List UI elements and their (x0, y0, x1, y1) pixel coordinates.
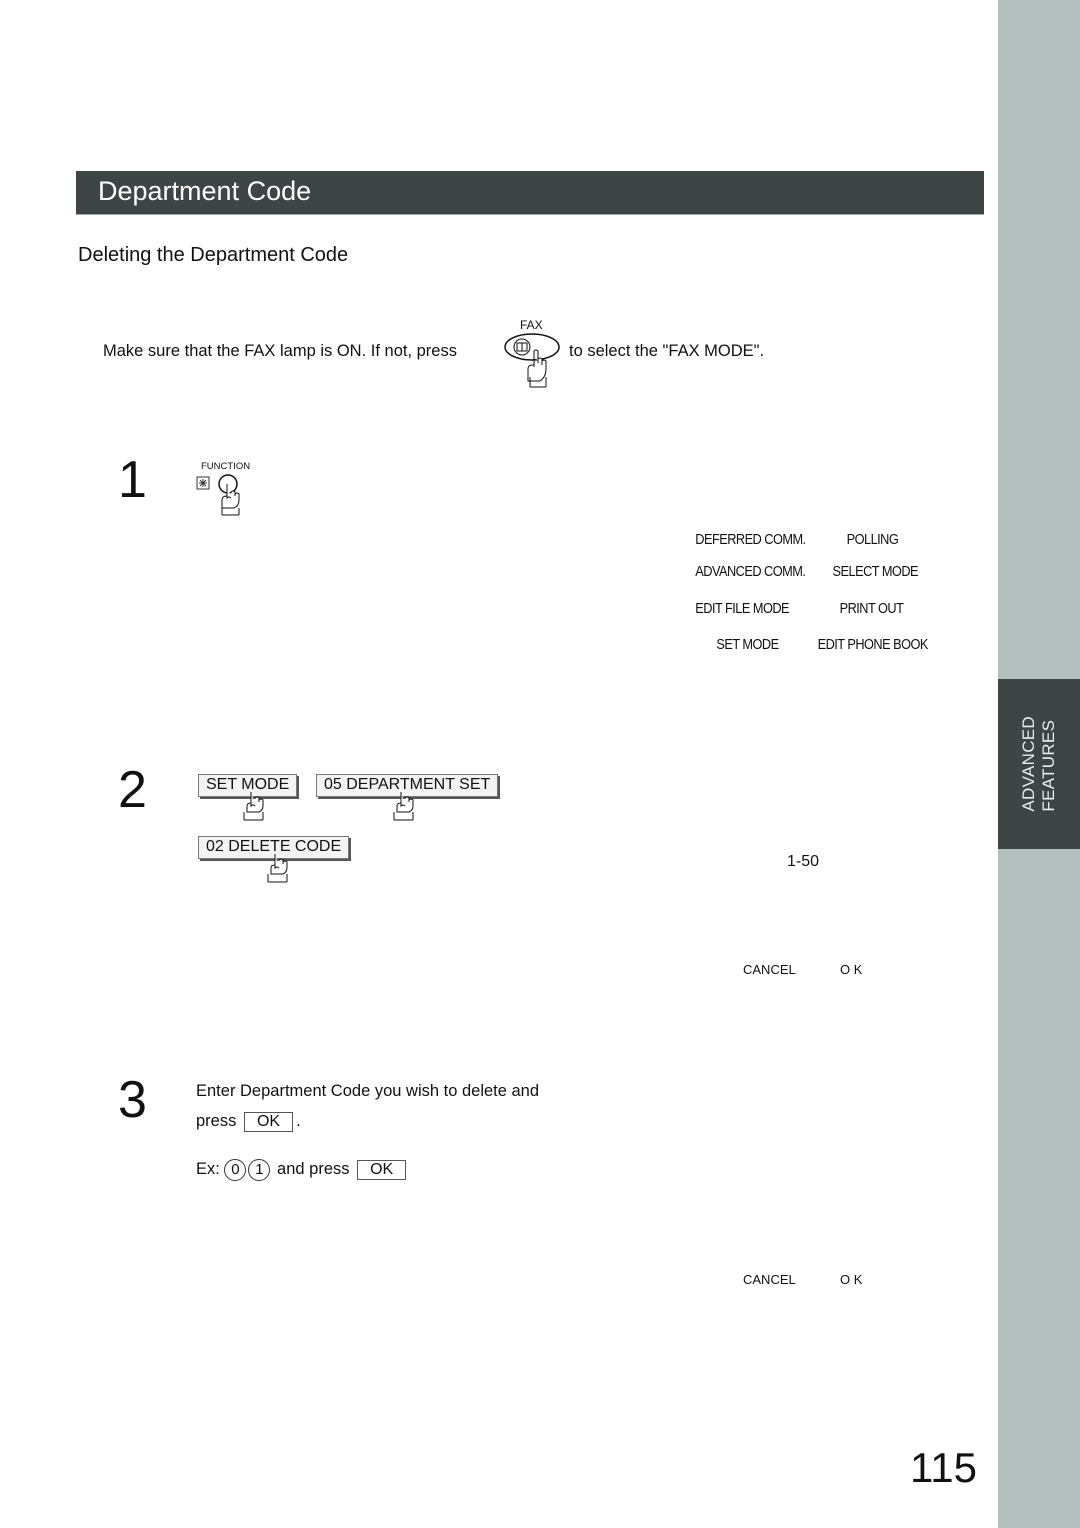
step-number-1: 1 (118, 451, 147, 509)
fax-key-icon[interactable] (503, 333, 561, 389)
step-number-3: 3 (118, 1071, 147, 1129)
section-title: Department Code (98, 176, 312, 206)
ok-label[interactable]: O K (840, 962, 862, 977)
section-tab-advanced-features[interactable]: ADVANCED FEATURES (998, 679, 1080, 849)
menu-item-set-mode[interactable]: SET MODE (716, 637, 779, 653)
ok-key[interactable]: OK (243, 1112, 294, 1132)
step3-instructions: Enter Department Code you wish to delete… (196, 1076, 539, 1136)
code-range: 1-50 (787, 853, 820, 870)
menu-item-edit-phone-book[interactable]: EDIT PHONE BOOK (818, 637, 929, 653)
fax-key-label: FAX (520, 318, 543, 332)
step3-line2: press OK. (196, 1106, 539, 1136)
ok-label[interactable]: O K (840, 1272, 862, 1287)
pressing-hand-icon (243, 792, 264, 821)
menu-item-edit-file-mode[interactable]: EDIT FILE MODE (695, 601, 789, 617)
section-tab-label: ADVANCED FEATURES (1019, 716, 1058, 812)
digit-key-0[interactable]: 0 (224, 1159, 247, 1181)
pressing-hand-icon (267, 854, 288, 883)
subsection-title: Deleting the Department Code (78, 244, 349, 266)
ok-key[interactable]: OK (357, 1160, 407, 1180)
page-number: 115 (910, 1444, 977, 1491)
step-number-2: 2 (118, 761, 147, 819)
digit-key-1[interactable]: 1 (248, 1159, 271, 1181)
menu-item-print-out[interactable]: PRINT OUT (840, 601, 904, 617)
step3-example: Ex: 01 and press OK (196, 1159, 409, 1181)
step3-line1: Enter Department Code you wish to delete… (196, 1082, 540, 1100)
step3-period: . (296, 1112, 301, 1130)
intro-text-after: to select the "FAX MODE". (569, 342, 765, 360)
cancel-label[interactable]: CANCEL (743, 1272, 796, 1287)
cancel-label[interactable]: CANCEL (743, 962, 796, 977)
function-key-icon[interactable] (196, 472, 252, 516)
menu-item-advanced-comm[interactable]: ADVANCED COMM. (695, 564, 806, 580)
step3-press-text: press (196, 1112, 237, 1130)
section-header: Department Code (76, 171, 984, 215)
intro-text-before: Make sure that the FAX lamp is ON. If no… (103, 342, 457, 360)
pressing-hand-icon (393, 792, 414, 821)
example-prefix: Ex: (196, 1160, 220, 1178)
example-middle: and press (277, 1160, 350, 1178)
menu-item-select-mode[interactable]: SELECT MODE (833, 564, 919, 580)
menu-item-polling[interactable]: POLLING (847, 532, 899, 548)
menu-item-deferred-comm[interactable]: DEFERRED COMM. (695, 532, 806, 548)
function-key-label: FUNCTION (201, 461, 251, 472)
